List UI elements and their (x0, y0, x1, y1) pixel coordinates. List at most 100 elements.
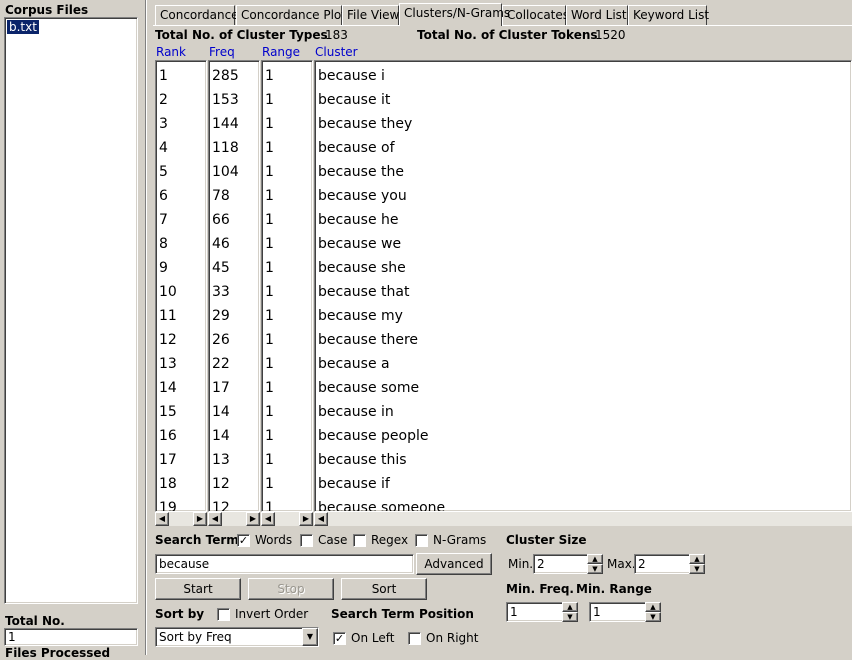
sort-button[interactable]: Sort (341, 578, 427, 600)
cluster-cell[interactable]: because we (318, 232, 401, 256)
cluster-min-spinner[interactable]: ▲ ▼ (587, 554, 603, 574)
chevron-down-icon[interactable]: ▼ (302, 628, 318, 646)
cluster-cell[interactable]: because someone (318, 496, 445, 511)
column-header-freq[interactable]: Freq (209, 45, 235, 59)
cluster-cell[interactable]: because if (318, 472, 390, 496)
tab-concordance[interactable]: Concordance (155, 5, 239, 25)
freq-cell[interactable]: 13 (212, 448, 230, 472)
range-cell[interactable]: 1 (265, 400, 274, 424)
freq-cell[interactable]: 46 (212, 232, 230, 256)
rank-cell[interactable]: 7 (159, 208, 168, 232)
cluster-cell[interactable]: because you (318, 184, 407, 208)
cluster-cell[interactable]: because a (318, 352, 390, 376)
rank-cell[interactable]: 11 (159, 304, 177, 328)
cluster-cell[interactable]: because it (318, 88, 390, 112)
range-cell[interactable]: 1 (265, 64, 274, 88)
cluster-cell[interactable]: because of (318, 136, 395, 160)
freq-cell[interactable]: 104 (212, 160, 239, 184)
rank-cell[interactable]: 5 (159, 160, 168, 184)
regex-checkbox[interactable] (353, 534, 366, 547)
scroll-left-icon[interactable]: ◀ (314, 512, 328, 526)
cluster-cell[interactable]: because the (318, 160, 404, 184)
cluster-max-spinner[interactable]: ▲ ▼ (689, 554, 705, 574)
freq-cell[interactable]: 285 (212, 64, 239, 88)
freq-scrollbar[interactable]: ◀ ▶ (208, 512, 260, 526)
freq-cell[interactable]: 45 (212, 256, 230, 280)
search-term-input[interactable]: because (155, 554, 414, 574)
on-right-checkbox[interactable] (408, 632, 421, 645)
ngrams-checkbox[interactable] (415, 534, 428, 547)
rank-cell[interactable]: 1 (159, 64, 168, 88)
freq-cell[interactable]: 33 (212, 280, 230, 304)
cluster-column[interactable]: because i because it because they because o… (314, 60, 852, 512)
rank-cell[interactable]: 18 (159, 472, 177, 496)
freq-cell[interactable]: 14 (212, 400, 230, 424)
spin-up-icon[interactable]: ▲ (645, 602, 661, 612)
rank-cell[interactable]: 16 (159, 424, 177, 448)
range-cell[interactable]: 1 (265, 88, 274, 112)
range-cell[interactable]: 1 (265, 376, 274, 400)
freq-cell[interactable]: 66 (212, 208, 230, 232)
range-cell[interactable]: 1 (265, 232, 274, 256)
cluster-cell[interactable]: because he (318, 208, 399, 232)
cluster-cell[interactable]: because i (318, 64, 385, 88)
cluster-cell[interactable]: because in (318, 400, 394, 424)
tab-keyword-list[interactable]: Keyword List (628, 5, 709, 25)
tab-concordance-plot[interactable]: Concordance Plot (236, 5, 346, 25)
freq-cell[interactable]: 118 (212, 136, 239, 160)
scroll-left-icon[interactable]: ◀ (261, 512, 275, 526)
spin-up-icon[interactable]: ▲ (689, 554, 705, 564)
column-header-cluster[interactable]: Cluster (315, 45, 358, 59)
panel-divider[interactable] (145, 0, 147, 655)
rank-cell[interactable]: 12 (159, 328, 177, 352)
range-cell[interactable]: 1 (265, 352, 274, 376)
on-left-checkbox[interactable]: ✓ (333, 632, 346, 645)
tab-clusters-ngrams[interactable]: Clusters/N-Grams (399, 3, 510, 26)
freq-cell[interactable]: 17 (212, 376, 230, 400)
cluster-cell[interactable]: because some (318, 376, 419, 400)
cluster-scrollbar[interactable]: ◀ (314, 512, 852, 526)
invert-order-checkbox[interactable] (217, 608, 230, 621)
range-cell[interactable]: 1 (265, 448, 274, 472)
cluster-cell[interactable]: because that (318, 280, 409, 304)
scroll-left-icon[interactable]: ◀ (208, 512, 222, 526)
spin-down-icon[interactable]: ▼ (562, 612, 578, 622)
range-cell[interactable]: 1 (265, 184, 274, 208)
cluster-cell[interactable]: because she (318, 256, 406, 280)
rank-cell[interactable]: 17 (159, 448, 177, 472)
freq-cell[interactable]: 29 (212, 304, 230, 328)
sort-by-select[interactable]: Sort by Freq ▼ (155, 627, 319, 647)
cluster-cell[interactable]: because my (318, 304, 403, 328)
advanced-button[interactable]: Advanced (416, 553, 492, 575)
range-cell[interactable]: 1 (265, 208, 274, 232)
column-header-range[interactable]: Range (262, 45, 300, 59)
freq-cell[interactable]: 78 (212, 184, 230, 208)
rank-cell[interactable]: 2 (159, 88, 168, 112)
tab-file-view[interactable]: File View (342, 5, 399, 25)
min-freq-spinner[interactable]: ▲ ▼ (562, 602, 578, 622)
freq-cell[interactable]: 153 (212, 88, 239, 112)
start-button[interactable]: Start (155, 578, 241, 600)
cluster-cell[interactable]: because they (318, 112, 412, 136)
cluster-cell[interactable]: because there (318, 328, 418, 352)
rank-cell[interactable]: 13 (159, 352, 177, 376)
corpus-file-item[interactable]: b.txt (6, 19, 40, 35)
min-range-spinner[interactable]: ▲ ▼ (645, 602, 661, 622)
column-header-rank[interactable]: Rank (156, 45, 186, 59)
range-cell[interactable]: 1 (265, 496, 274, 511)
words-checkbox[interactable]: ✓ (237, 534, 250, 547)
range-cell[interactable]: 1 (265, 256, 274, 280)
rank-cell[interactable]: 19 (159, 496, 177, 511)
scroll-right-icon[interactable]: ▶ (193, 512, 207, 526)
freq-cell[interactable]: 22 (212, 352, 230, 376)
case-checkbox[interactable] (300, 534, 313, 547)
spin-down-icon[interactable]: ▼ (587, 564, 603, 574)
freq-cell[interactable]: 144 (212, 112, 239, 136)
freq-cell[interactable]: 12 (212, 496, 230, 511)
rank-cell[interactable]: 15 (159, 400, 177, 424)
freq-column[interactable]: 285 153 144 118 104 78 66 46 45 33 29 26 22 17 14 14 13 1… (208, 60, 260, 512)
rank-cell[interactable]: 9 (159, 256, 168, 280)
range-cell[interactable]: 1 (265, 280, 274, 304)
spin-up-icon[interactable]: ▲ (562, 602, 578, 612)
range-cell[interactable]: 1 (265, 136, 274, 160)
